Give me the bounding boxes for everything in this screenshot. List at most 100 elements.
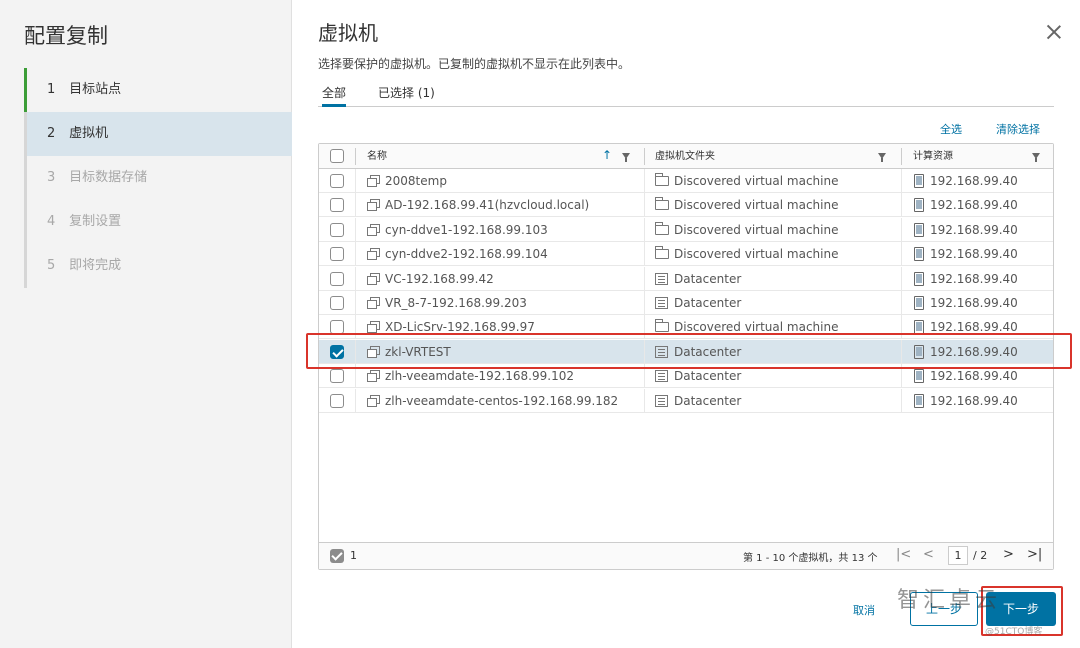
step-number: 4 (47, 214, 56, 229)
select-all-checkbox[interactable] (330, 149, 344, 163)
wizard-title: 配置复制 (24, 24, 108, 48)
cell-separator (355, 339, 356, 364)
vm-name: AD-192.168.99.41(hzvcloud.local) (385, 198, 590, 213)
tab-selected[interactable]: 已选择 (1) (378, 84, 435, 107)
vm-name: VR_8-7-192.168.99.203 (385, 296, 527, 310)
cell-separator (901, 315, 902, 340)
table-row[interactable]: zlh-veeamdate-centos-192.168.99.182 Datac… (319, 388, 1053, 413)
host-icon (914, 320, 924, 335)
vm-icon (367, 199, 380, 212)
page-number-input[interactable]: 1 (948, 546, 968, 565)
table-row[interactable]: VR_8-7-192.168.99.203 Datacenter 192.168.9… (319, 291, 1053, 315)
compute-resource: 192.168.99.40 (930, 271, 1018, 286)
step-label: 目标数据存储 (69, 170, 148, 185)
cell-separator (901, 388, 902, 413)
row-checkbox[interactable] (330, 320, 344, 335)
step-number: 3 (47, 170, 56, 185)
clear-selection-link[interactable]: 清除选择 (996, 121, 1040, 137)
cell-separator (644, 169, 645, 193)
cell-separator (901, 169, 902, 193)
folder-icon (655, 221, 669, 235)
table-row[interactable]: VC-192.168.99.42 Datacenter 192.168.99.40 (319, 266, 1053, 291)
cell-separator (355, 291, 356, 315)
vm-folder: Discovered virtual machine (674, 174, 839, 188)
filter-icon[interactable] (622, 153, 630, 162)
cell-separator (644, 193, 645, 218)
row-checkbox[interactable] (330, 369, 344, 384)
cell-separator (901, 193, 902, 218)
tab-all[interactable]: 全部 (322, 84, 347, 107)
column-header-name[interactable]: 名称 (367, 144, 387, 169)
step-ready-to-complete: 5 即将完成 (24, 244, 292, 288)
last-page-icon[interactable]: >| (1027, 547, 1042, 562)
selection-count-checkbox-icon (330, 549, 344, 563)
folder-icon (655, 173, 669, 186)
filter-icon[interactable] (1032, 153, 1040, 162)
column-separator[interactable] (644, 148, 645, 165)
datacenter-icon (655, 370, 668, 383)
host-icon (914, 174, 924, 188)
vm-folder: Datacenter (674, 296, 742, 310)
next-page-icon[interactable]: > (1003, 547, 1014, 562)
previous-page-icon[interactable]: < (923, 547, 934, 562)
step-virtual-machines[interactable]: 2 虚拟机 (24, 112, 292, 156)
cell-separator (644, 364, 645, 389)
row-checkbox[interactable] (330, 174, 344, 188)
select-all-link[interactable]: 全选 (940, 121, 962, 137)
column-separator[interactable] (901, 148, 902, 165)
row-checkbox[interactable] (330, 271, 344, 286)
filter-icon[interactable] (878, 153, 886, 162)
vm-name: zlh-veeamdate-centos-192.168.99.182 (385, 393, 619, 408)
cell-separator (355, 193, 356, 218)
table-row[interactable]: XD-LicSrv-192.168.99.97 Discovered virtua… (319, 315, 1053, 340)
step-target-site[interactable]: 1 目标站点 (24, 68, 292, 112)
step-label: 虚拟机 (69, 126, 109, 141)
host-icon (914, 247, 924, 262)
row-checkbox[interactable] (330, 222, 344, 237)
cell-separator (355, 388, 356, 413)
row-checkbox[interactable] (330, 247, 344, 262)
vm-icon (367, 345, 380, 358)
step-number: 2 (47, 126, 56, 141)
cancel-button[interactable]: 取消 (853, 602, 875, 618)
vm-icon (367, 321, 380, 334)
step-label: 复制设置 (69, 214, 122, 229)
column-header-compute-resource[interactable]: 计算资源 (913, 144, 953, 169)
row-checkbox[interactable] (330, 344, 344, 359)
step-label: 即将完成 (69, 258, 122, 273)
vm-name: cyn-ddve2-192.168.99.104 (385, 247, 548, 262)
vm-folder: Discovered virtual machine (674, 320, 839, 335)
folder-icon (655, 197, 669, 211)
host-icon (914, 393, 924, 408)
step-number: 1 (47, 82, 56, 97)
cell-separator (644, 266, 645, 291)
host-icon (914, 271, 924, 286)
datacenter-icon (655, 345, 668, 358)
vm-folder: Datacenter (674, 271, 742, 286)
back-button[interactable]: 上一步 (910, 592, 978, 626)
next-button[interactable]: 下一步 (986, 592, 1056, 626)
table-row[interactable]: cyn-ddve1-192.168.99.103 Discovered virtu… (319, 217, 1053, 242)
table-row[interactable]: AD-192.168.99.41(hzvcloud.local) Discover… (319, 193, 1053, 218)
compute-resource: 192.168.99.40 (930, 320, 1018, 335)
compute-resource: 192.168.99.40 (930, 393, 1018, 408)
table-row[interactable]: cyn-ddve2-192.168.99.104 Discovered virtu… (319, 242, 1053, 267)
row-checkbox[interactable] (330, 198, 344, 213)
table-row[interactable]: zkl-VRTEST Datacenter 192.168.99.40 (319, 339, 1053, 364)
cell-separator (644, 315, 645, 340)
column-header-folder[interactable]: 虚拟机文件夹 (655, 144, 715, 169)
host-icon (914, 344, 924, 359)
row-checkbox[interactable] (330, 393, 344, 408)
host-icon (914, 222, 924, 237)
cell-separator (901, 266, 902, 291)
table-row[interactable]: 2008temp Discovered virtual machine 192.16… (319, 169, 1053, 193)
page-title: 虚拟机 (318, 21, 378, 45)
row-checkbox[interactable] (330, 296, 344, 310)
vm-icon (367, 248, 380, 261)
close-icon[interactable] (1046, 24, 1062, 40)
cell-separator (644, 242, 645, 267)
table-row[interactable]: zlh-veeamdate-192.168.99.102 Datacenter 19… (319, 364, 1053, 389)
first-page-icon[interactable]: |< (896, 547, 911, 562)
vm-folder: Discovered virtual machine (674, 222, 839, 237)
sort-ascending-icon[interactable]: ↑ (602, 148, 612, 162)
